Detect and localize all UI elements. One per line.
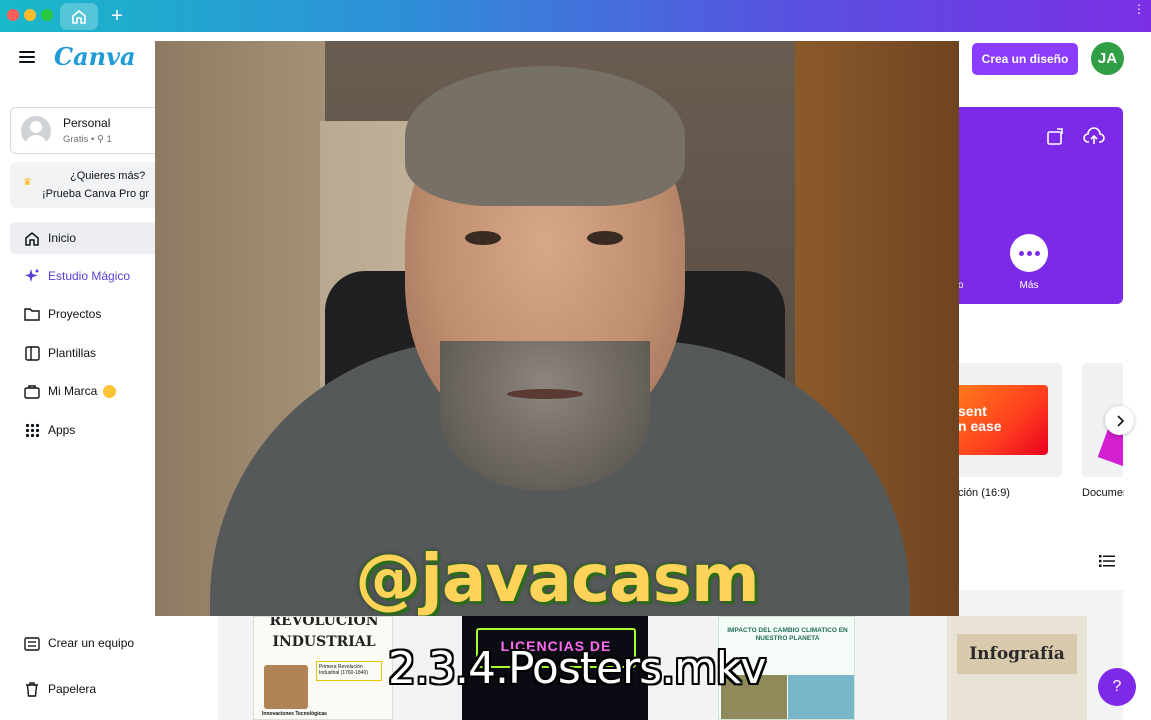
upload-cloud-icon[interactable] [1083,127,1105,149]
templates-icon [20,345,44,361]
home-icon [72,10,86,24]
window-menu-icon[interactable]: ⋮ [1133,2,1145,16]
resize-icon[interactable] [1045,127,1067,149]
apps-grid-icon [20,423,44,438]
sidebar-item-label: Estudio Mágico [48,269,131,283]
team-icon [20,636,44,651]
minimize-window-button[interactable] [24,9,36,21]
design-thumbnail[interactable]: Infografía [947,616,1087,720]
sidebar-item-apps[interactable]: Apps [10,414,170,446]
webcam-person-beard [440,341,650,491]
account-switcher[interactable]: Personal Gratis • ⚲ 1 [10,107,170,154]
upgrade-promo[interactable]: ♛ ¿Quieres más? ¡Prueba Canva Pro gr [10,162,170,208]
sidebar-item-plantillas[interactable]: Plantillas [10,337,170,369]
webcam-overlay: @javacasm [155,41,959,616]
chevron-right-icon [1116,414,1124,427]
maximize-window-button[interactable] [41,9,53,21]
canva-logo[interactable]: Canva [54,42,136,71]
avatar[interactable]: JA [1091,42,1124,75]
help-button[interactable]: ? [1098,668,1136,706]
template-thumbnail-text: sent n ease [958,403,1002,434]
menu-icon[interactable] [17,48,37,68]
more-label: Más [1019,280,1039,291]
poster-footer: Innovaciones Tecnológicas [262,711,327,717]
poster-title: Infografía [969,644,1065,664]
home-tab[interactable] [60,3,98,30]
sidebar-item-label: Plantillas [48,346,97,360]
sparkle-icon [20,268,44,284]
poster-image [788,675,854,719]
design-thumbnail[interactable]: REVOLUCIÓN INDUSTRIAL Primera Revolución… [253,616,393,720]
template-label-presentation: ción (16:9) [958,487,1010,499]
account-meta: Gratis • ⚲ 1 [63,134,112,145]
close-window-button[interactable] [7,9,19,21]
trash-label: Papelera [48,682,97,696]
new-tab-button[interactable]: + [106,4,128,28]
poster-title: IMPACTO DEL CAMBIO CLIMATICO EN NUESTRO … [727,627,848,642]
crown-icon: ♛ [23,177,32,188]
webcam-person-eye [465,231,501,245]
window-titlebar: + ⋮ [0,0,1151,32]
poster-box-text: Primera Revolución Industrial (1760-1840… [316,661,382,681]
more-options-button[interactable] [1010,234,1048,272]
sidebar-item-label: Inicio [48,231,77,245]
sidebar-item-label: Apps [48,423,76,437]
home-icon [20,231,44,246]
sidebar-item-proyectos[interactable]: Proyectos [10,298,170,330]
trash-icon [20,681,44,697]
create-design-button[interactable]: Crea un diseño [972,43,1078,75]
sidebar-item-label: Proyectos [48,307,102,321]
template-card-presentation[interactable]: sent n ease [958,363,1062,477]
poster-title: REVOLUCIÓN INDUSTRIAL [269,616,379,650]
watermark-handle: @javacasm [355,540,759,616]
folder-icon [20,307,44,321]
account-name: Personal [63,116,111,130]
video-filename-caption: 2.3.4.Posters.mkv [388,643,766,694]
webcam-person-eye [587,231,623,245]
create-team-label: Crear un equipo [48,636,135,650]
template-label-document: Documen [1082,487,1124,499]
webcam-person-mouth [507,389,583,399]
sidebar-item-label: Mi Marca [48,384,98,398]
create-team-button[interactable]: Crear un equipo [10,627,170,659]
carousel-next-button[interactable] [1105,406,1134,435]
trash-button[interactable]: Papelera [10,673,170,705]
sidebar-item-estudio-magico[interactable]: Estudio Mágico [10,260,170,292]
webcam-person-hair [405,66,685,206]
promo-line1: ¿Quieres más? [70,170,146,182]
account-avatar [21,116,51,146]
hero-panel: o Más [958,107,1123,304]
sidebar-item-mi-marca[interactable]: Mi Marca [10,375,170,407]
poster-image [264,665,308,709]
brand-icon [20,384,44,399]
list-view-icon[interactable] [1099,554,1115,570]
promo-line2: ¡Prueba Canva Pro gr [42,188,149,200]
sidebar-item-inicio[interactable]: Inicio [10,222,170,254]
pro-crown-icon [103,384,117,398]
